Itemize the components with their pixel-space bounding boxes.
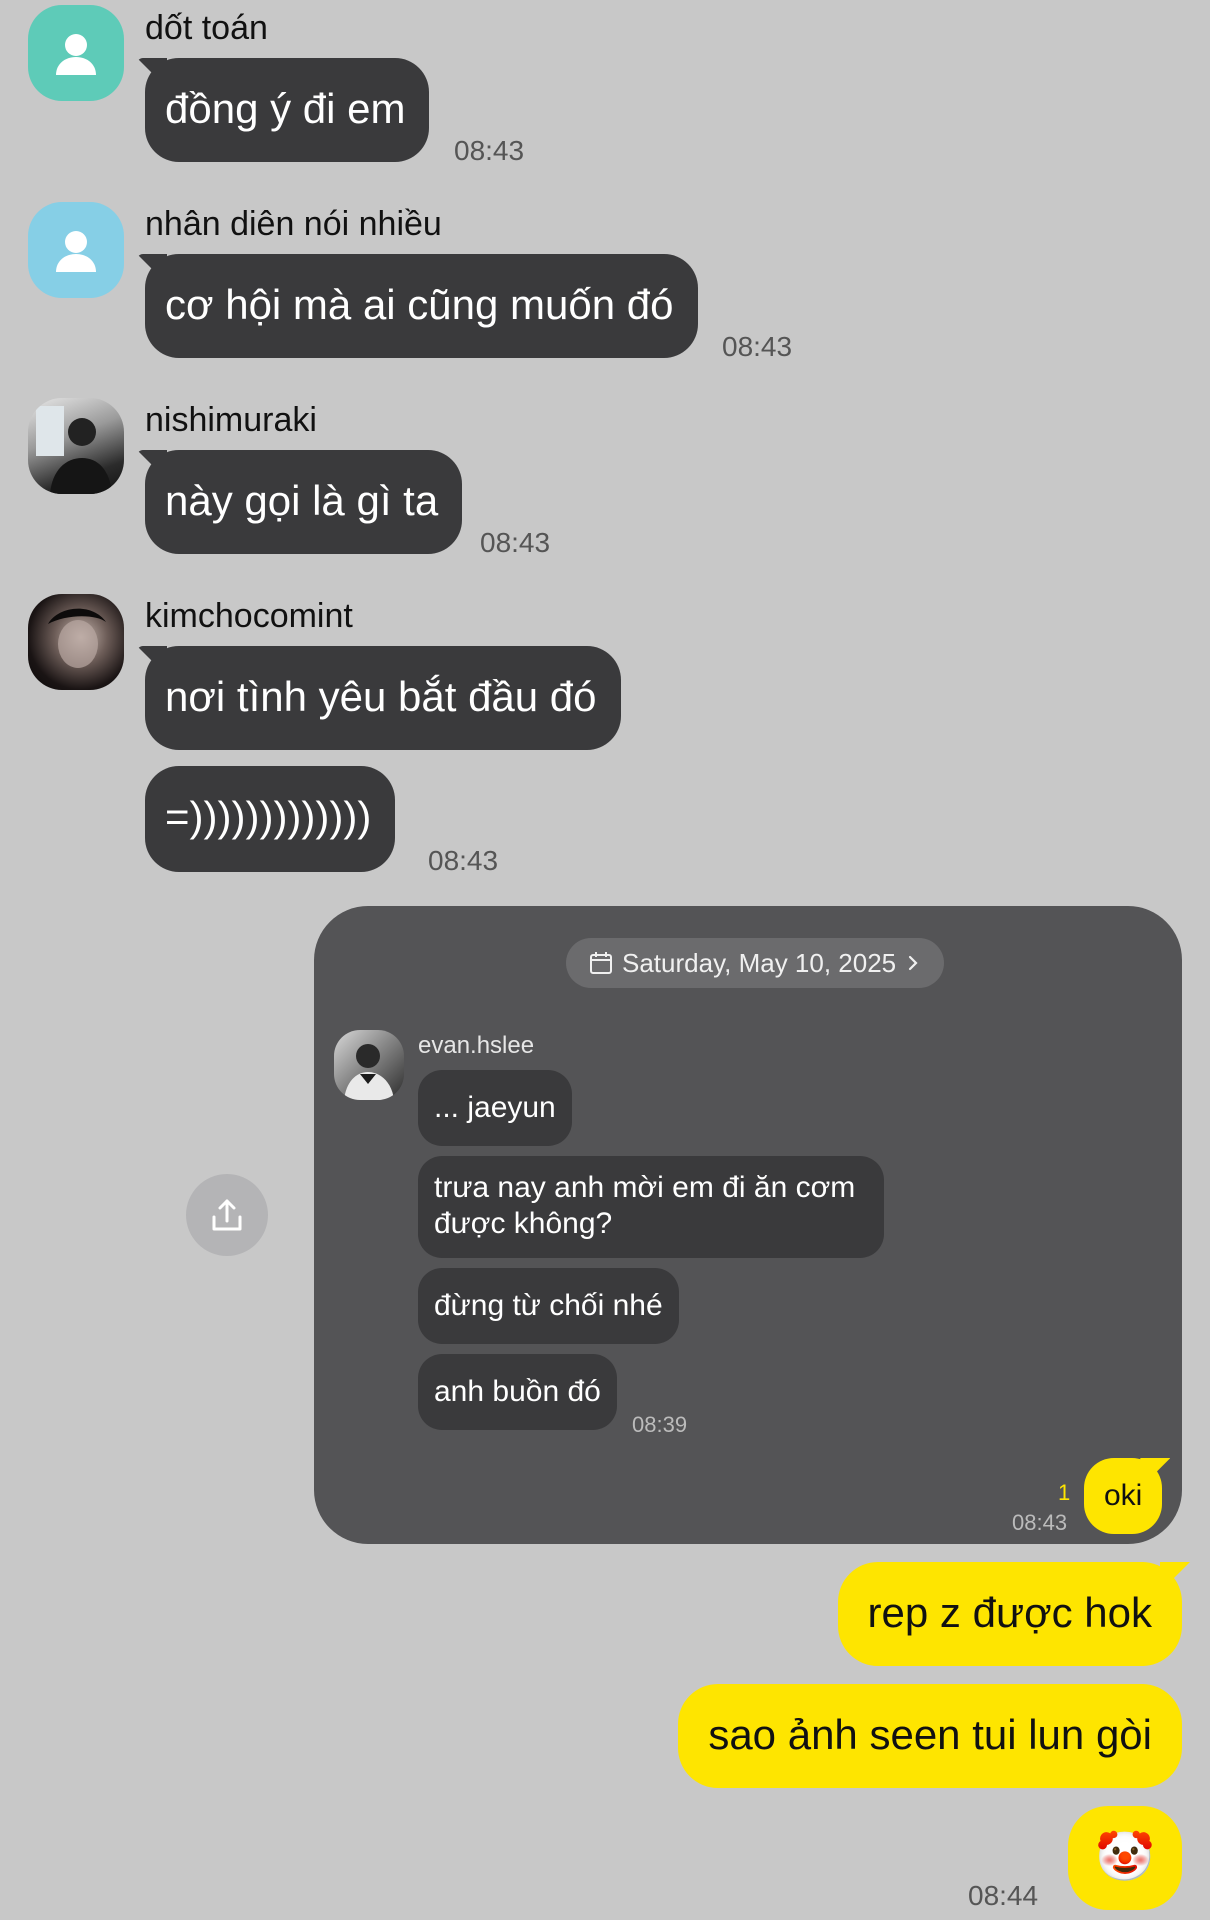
profile-photo-icon [48,608,106,668]
my-message-bubble[interactable]: rep z được hok [837,1562,1182,1666]
my-message-time: 08:44 [968,1880,1039,1911]
message-bubble[interactable]: đồng ý đi em [145,58,430,162]
sender-name: kimchocomint [145,597,353,635]
clown-emoji: 🤡 [1095,1831,1155,1884]
sender-name: nhân diên nói nhiều [145,205,442,243]
reply-bubble: oki [1084,1458,1163,1534]
shared-message-card[interactable]: Saturday, May 10, 2025 evan.hslee ... ja… [314,906,1182,1544]
avatar-dot-toan[interactable] [28,5,124,101]
person-silhouette-icon [56,231,96,272]
inner-message-time: 08:39 [632,1412,688,1437]
sender-name: dốt toán [145,9,268,47]
sender-name: nishimuraki [145,401,317,439]
message-bubble[interactable]: =))))))))))))) [145,766,396,872]
avatar-evan-hslee[interactable] [334,1030,404,1100]
chevron-right-icon [909,955,918,971]
my-message-bubble[interactable]: 🤡 [1068,1806,1182,1910]
my-message-bubble[interactable]: sao ảnh seen tui lun gòi [678,1684,1182,1788]
message-time: 08:43 [480,527,551,558]
calendar-icon [590,952,612,974]
profile-photo-icon [344,1044,394,1100]
avatar-nishimuraki[interactable] [28,398,124,494]
message-time: 08:43 [454,135,525,166]
reply-time: 08:43 [1012,1510,1068,1535]
message-bubble[interactable]: cơ hội mà ai cũng muốn đó [145,254,698,358]
inner-message-bubble: ... jaeyun [418,1070,572,1146]
unread-count: 1 [1058,1480,1071,1505]
date-pill[interactable]: Saturday, May 10, 2025 [566,938,945,988]
date-label: Saturday, May 10, 2025 [622,947,897,978]
avatar-nhan-dien[interactable] [28,202,124,298]
message-time: 08:43 [722,331,793,362]
inner-message-bubble: anh buồn đó [418,1354,617,1430]
share-icon [212,1199,242,1231]
person-silhouette-icon [56,34,96,75]
message-bubble[interactable]: nơi tình yêu bắt đầu đó [145,646,621,750]
inner-sender-name: evan.hslee [418,1032,535,1059]
inner-message-bubble: trưa nay anh mời em đi ăn cơm được không… [418,1156,884,1258]
share-button[interactable] [186,1174,268,1256]
message-time: 08:43 [428,845,499,876]
inner-message-bubble: đừng từ chối nhé [418,1268,679,1344]
message-bubble[interactable]: này gọi là gì ta [145,450,463,554]
profile-photo-icon [36,406,112,494]
avatar-kimchocomint[interactable] [28,594,124,690]
